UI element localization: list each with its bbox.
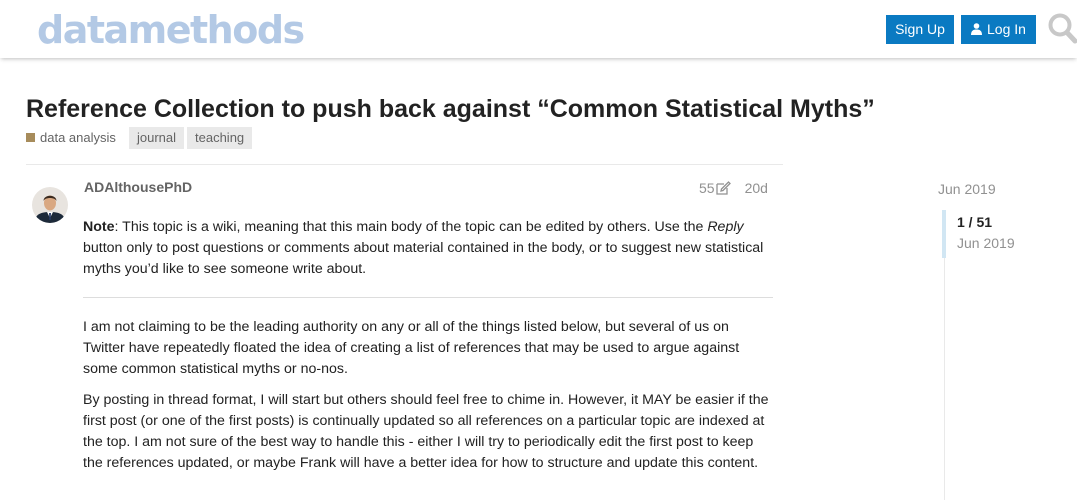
wiki-note: Note: This topic is a wiki, meaning that… bbox=[83, 217, 773, 280]
note-reply: Reply bbox=[707, 219, 744, 235]
post-paragraph-1: I am not claiming to be the leading auth… bbox=[83, 319, 740, 377]
sign-up-button[interactable]: Sign Up bbox=[886, 15, 954, 44]
timeline-start-date[interactable]: Jun 2019 bbox=[938, 181, 996, 197]
category-badge[interactable]: data analysis bbox=[26, 129, 116, 147]
timeline-position: 1 / 51 bbox=[957, 214, 993, 230]
post-author[interactable]: ADAlthousePhD bbox=[84, 179, 192, 195]
log-in-label: Log In bbox=[987, 21, 1026, 37]
tag-teaching[interactable]: teaching bbox=[187, 127, 253, 149]
post-meta: 55 20d bbox=[699, 179, 768, 196]
category-label: data analysis bbox=[40, 130, 116, 145]
user-icon bbox=[971, 23, 982, 35]
search-icon[interactable] bbox=[1047, 12, 1077, 44]
pencil-edit-icon[interactable] bbox=[715, 181, 731, 195]
tag-journal[interactable]: journal bbox=[129, 127, 185, 149]
note-text-1: : This topic is a wiki, meaning that thi… bbox=[114, 219, 708, 235]
topic-title[interactable]: Reference Collection to push back agains… bbox=[26, 95, 875, 124]
timeline-track[interactable] bbox=[944, 258, 945, 500]
post-paragraph-2: By posting in thread format, I will star… bbox=[83, 392, 769, 471]
log-in-button[interactable]: Log In bbox=[961, 15, 1036, 44]
post-body: Note: This topic is a wiki, meaning that… bbox=[83, 217, 773, 484]
site-header: datamethods Sign Up Log In bbox=[0, 0, 1077, 58]
site-logo[interactable]: datamethods bbox=[37, 8, 305, 52]
timeline-current-date: Jun 2019 bbox=[957, 235, 1015, 251]
note-label: Note bbox=[83, 219, 115, 235]
edit-count[interactable]: 55 bbox=[699, 180, 715, 196]
timeline-scroll-handle[interactable] bbox=[942, 210, 946, 258]
category-color-swatch bbox=[26, 133, 35, 142]
note-text-2: button only to post questions or comment… bbox=[83, 240, 764, 277]
post-age[interactable]: 20d bbox=[745, 180, 768, 196]
post-separator bbox=[83, 297, 773, 298]
avatar[interactable] bbox=[32, 187, 68, 223]
topic-divider bbox=[26, 164, 783, 165]
